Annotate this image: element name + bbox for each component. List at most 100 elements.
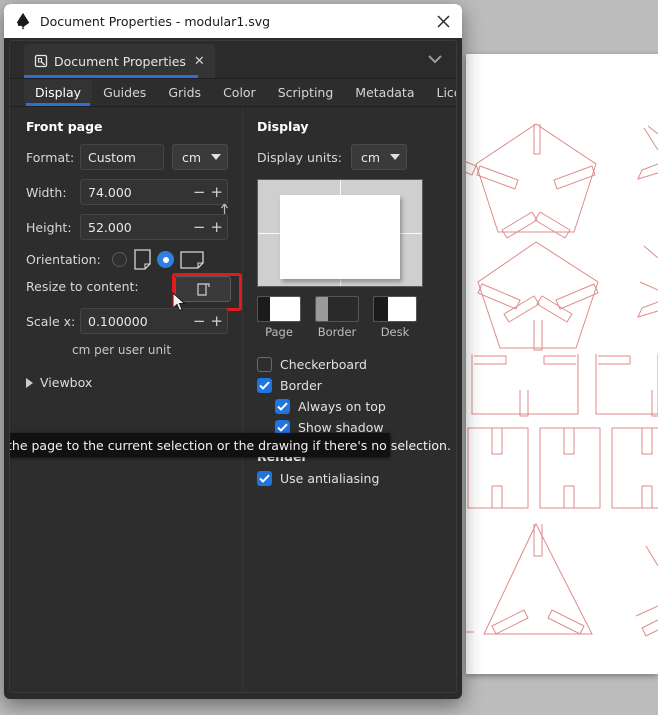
panel-tab-document-properties[interactable]: Document Properties ✕ bbox=[24, 44, 215, 78]
tab-grids[interactable]: Grids bbox=[157, 79, 212, 106]
drawing-page-sheet[interactable] bbox=[466, 54, 658, 674]
page-swatch-caption: Page bbox=[265, 325, 293, 339]
inkscape-icon bbox=[16, 12, 30, 30]
border-label: Border bbox=[280, 378, 322, 393]
height-value: 52.000 bbox=[88, 219, 132, 235]
document-properties-dialog: Document Properties - modular1.svg Docum… bbox=[4, 4, 462, 699]
border-checkbox[interactable] bbox=[257, 378, 272, 393]
drawing-artwork bbox=[466, 123, 658, 637]
chevron-down-icon[interactable] bbox=[424, 48, 446, 70]
portrait-page-icon[interactable] bbox=[134, 249, 151, 270]
close-icon[interactable] bbox=[430, 8, 456, 34]
panel-tab-strip: Document Properties ✕ bbox=[10, 41, 456, 79]
tab-metadata-label: Metadata bbox=[355, 85, 415, 100]
height-decrement-button[interactable]: − bbox=[193, 219, 206, 235]
desk-color-swatch[interactable] bbox=[373, 296, 417, 322]
landscape-page-icon[interactable] bbox=[180, 250, 204, 269]
height-input[interactable]: 52.000 − + bbox=[80, 214, 228, 240]
display-units-label: Display units: bbox=[257, 149, 342, 165]
format-label: Format: bbox=[26, 149, 75, 165]
tab-color-label: Color bbox=[223, 85, 256, 100]
tab-license-label: License bbox=[436, 85, 457, 100]
viewbox-expander[interactable]: Viewbox bbox=[26, 375, 242, 390]
page-preview[interactable] bbox=[257, 179, 423, 287]
triangle-right-icon bbox=[26, 377, 33, 388]
tab-display[interactable]: Display bbox=[24, 79, 93, 106]
width-decrement-button[interactable]: − bbox=[193, 184, 206, 200]
color-swatch-row: Page Border Desk bbox=[257, 296, 456, 339]
preview-page-sheet bbox=[280, 195, 400, 279]
tab-scripting[interactable]: Scripting bbox=[267, 79, 345, 106]
width-label: Width: bbox=[26, 184, 67, 200]
tab-display-label: Display bbox=[35, 85, 82, 100]
display-units-value: cm bbox=[361, 149, 381, 165]
display-units-combo[interactable]: cm bbox=[351, 144, 407, 170]
width-value: 74.000 bbox=[88, 184, 132, 200]
format-units-value: cm bbox=[182, 149, 202, 165]
dialog-title-bar[interactable]: Document Properties - modular1.svg bbox=[4, 4, 462, 38]
scale-input[interactable]: 0.100000 − + bbox=[80, 308, 228, 334]
always-on-top-label: Always on top bbox=[298, 399, 386, 414]
tab-guides[interactable]: Guides bbox=[92, 79, 157, 106]
resize-to-content-label: Resize to content: bbox=[26, 279, 139, 294]
display-tab-content: Front page Format: Custom cm Width: 74.0… bbox=[10, 107, 456, 692]
always-on-top-row[interactable]: Always on top bbox=[275, 399, 456, 414]
checkerboard-row[interactable]: Checkerboard bbox=[257, 357, 456, 372]
viewbox-label: Viewbox bbox=[40, 375, 93, 390]
scale-value: 0.100000 bbox=[88, 313, 148, 329]
display-title: Display bbox=[257, 119, 309, 134]
dialog-body: Document Properties ✕ Display Guides Gri… bbox=[9, 40, 457, 693]
front-page-column: Front page Format: Custom cm Width: 74.0… bbox=[10, 107, 242, 692]
panel-tab-label: Document Properties bbox=[54, 53, 186, 69]
orientation-label: Orientation: bbox=[26, 252, 101, 267]
orientation-landscape-radio[interactable] bbox=[158, 252, 173, 267]
orientation-row: Orientation: bbox=[26, 249, 228, 270]
format-row: Format: Custom cm bbox=[26, 144, 228, 170]
use-antialiasing-row[interactable]: Use antialiasing bbox=[257, 471, 456, 486]
tooltip-text: the page to the current selection or the… bbox=[9, 437, 451, 453]
scale-row: Scale x: 0.100000 − + bbox=[26, 308, 228, 334]
orientation-portrait-radio[interactable] bbox=[112, 252, 127, 267]
scale-units-note: cm per user unit bbox=[72, 343, 172, 357]
border-swatch-caption: Border bbox=[317, 325, 357, 339]
border-color-swatch[interactable] bbox=[315, 296, 359, 322]
height-label: Height: bbox=[26, 219, 72, 235]
scale-increment-button[interactable]: + bbox=[210, 313, 223, 329]
dialog-title: Document Properties - modular1.svg bbox=[40, 13, 271, 29]
scale-decrement-button[interactable]: − bbox=[193, 313, 206, 329]
document-properties-icon bbox=[34, 54, 48, 68]
format-units-combo[interactable]: cm bbox=[172, 144, 228, 170]
tab-color[interactable]: Color bbox=[212, 79, 267, 106]
height-row: Height: 52.000 − + bbox=[26, 214, 228, 240]
tab-grids-label: Grids bbox=[168, 85, 202, 100]
tab-metadata[interactable]: Metadata bbox=[344, 79, 425, 106]
resize-to-content-icon bbox=[196, 282, 210, 296]
checkerboard-label: Checkerboard bbox=[280, 357, 367, 372]
panel-tab-close-icon[interactable]: ✕ bbox=[194, 54, 205, 69]
border-row[interactable]: Border bbox=[257, 378, 456, 393]
chevron-down-icon bbox=[390, 154, 400, 160]
format-value: Custom bbox=[88, 149, 136, 165]
always-on-top-checkbox[interactable] bbox=[275, 399, 290, 414]
chevron-down-icon bbox=[211, 154, 221, 160]
resize-to-content-button[interactable] bbox=[175, 276, 231, 302]
width-row: Width: 74.000 − + bbox=[26, 179, 228, 231]
section-tab-bar: Display Guides Grids Color Scripting Met… bbox=[10, 79, 456, 107]
scale-label: Scale x: bbox=[26, 313, 76, 329]
width-input[interactable]: 74.000 − + bbox=[80, 179, 228, 205]
panel-tab-underline bbox=[24, 75, 198, 78]
tooltip: the page to the current selection or the… bbox=[10, 433, 451, 457]
resize-to-content-row: Resize to content: bbox=[26, 273, 242, 311]
page-color-swatch[interactable] bbox=[257, 296, 301, 322]
display-units-row: Display units: cm bbox=[257, 144, 442, 170]
tab-license[interactable]: License bbox=[426, 79, 457, 106]
use-antialiasing-checkbox[interactable] bbox=[257, 471, 272, 486]
height-increment-button[interactable]: + bbox=[210, 219, 223, 235]
tab-guides-label: Guides bbox=[103, 85, 147, 100]
tab-scripting-label: Scripting bbox=[277, 85, 334, 100]
checkerboard-checkbox[interactable] bbox=[257, 357, 272, 372]
format-select[interactable]: Custom bbox=[80, 144, 164, 170]
use-antialiasing-label: Use antialiasing bbox=[280, 471, 380, 486]
resize-button-highlight bbox=[172, 273, 242, 311]
desk-swatch-caption: Desk bbox=[380, 325, 410, 339]
